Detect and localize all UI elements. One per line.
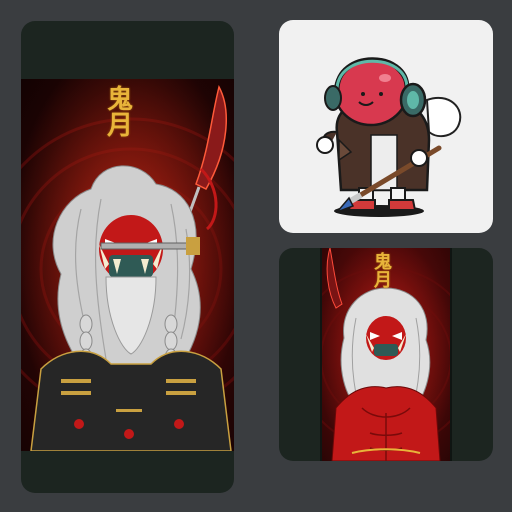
title-glyph-2: 月 — [107, 111, 134, 141]
panel-divider-right — [450, 248, 452, 461]
oni-title-calligraphy: 鬼 月 — [107, 87, 133, 139]
image-card-oni-warrior[interactable]: 鬼 月 — [21, 21, 234, 493]
oni-demon-artwork: 鬼 月 — [322, 248, 450, 461]
title-glyph-2: 月 — [374, 270, 392, 291]
oni-title-calligraphy: 鬼 月 — [374, 254, 392, 290]
gallery-canvas: 鬼 月 鬼 月 — [0, 0, 512, 512]
oni-warrior-artwork: 鬼 月 — [21, 79, 234, 451]
mascot-sticker-illustration — [316, 57, 462, 217]
title-glyph-1: 鬼 — [107, 85, 134, 115]
image-card-mascot[interactable] — [279, 20, 493, 233]
image-card-oni-demon[interactable]: 鬼 月 — [279, 248, 493, 461]
